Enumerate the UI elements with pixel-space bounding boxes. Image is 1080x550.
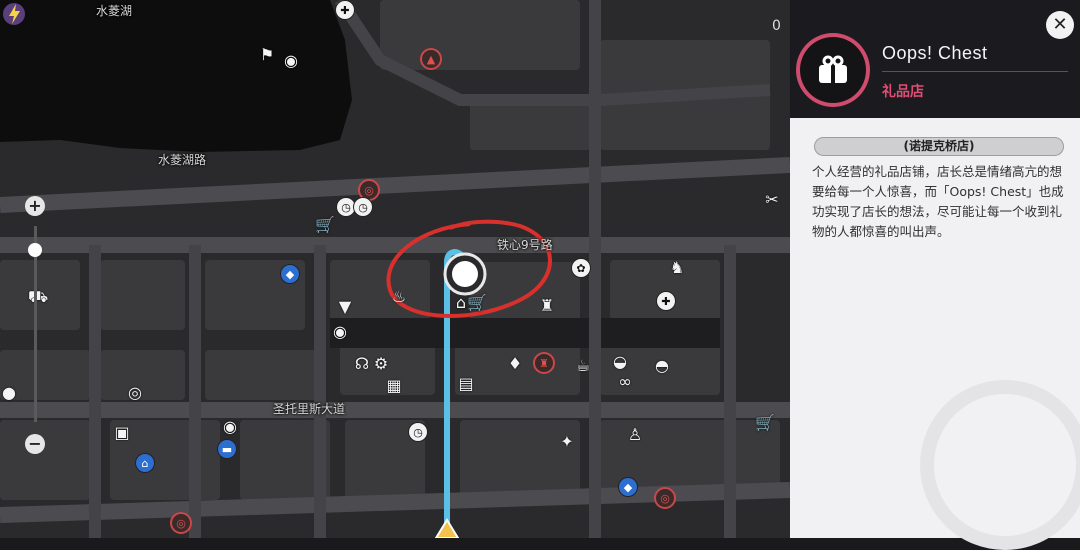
tools-icon[interactable]: ✂ (763, 190, 781, 209)
landmark-icon[interactable]: ▲ (422, 50, 440, 68)
book-icon[interactable]: ▤ (457, 374, 475, 393)
divider (882, 71, 1068, 72)
noodles-icon[interactable]: ◓ (653, 356, 671, 375)
candy-icon[interactable]: ✦ (558, 432, 576, 451)
gift-icon (819, 55, 847, 83)
panel-header: Oops! Chest 礼品店 (790, 0, 1080, 118)
zoom-in-button[interactable]: + (25, 196, 45, 216)
close-button[interactable]: ✕ (1046, 11, 1074, 39)
street-label-lake-road: 水菱湖路 (158, 153, 207, 167)
area-badge: (诺提克桥店) (814, 137, 1064, 156)
shield-icon[interactable]: ◆ (619, 478, 637, 496)
shield-icon[interactable]: ⌂ (136, 454, 154, 472)
lightning-icon[interactable] (0, 0, 28, 28)
first-aid-icon[interactable]: ✚ (657, 292, 675, 310)
lake-water (0, 0, 352, 152)
flower-icon[interactable]: ✿ (572, 259, 590, 277)
clock-icon[interactable]: ◷ (337, 198, 355, 216)
bank-icon[interactable]: ▣ (113, 423, 131, 442)
fork-icon[interactable]: ♨ (390, 287, 408, 306)
street-label-st-tori: 圣托里斯大道 (273, 402, 346, 416)
landmark-icon[interactable]: ◎ (656, 489, 674, 507)
donut-icon[interactable]: ◎ (126, 383, 144, 402)
cart-icon[interactable]: 🛒 (467, 293, 487, 312)
street-label-lake: 水菱湖 (96, 4, 133, 18)
flag-icon[interactable]: ⚑ (258, 45, 276, 64)
cake-icon[interactable]: ♦ (506, 354, 524, 373)
street-label-iron-heart: 铁心9号路 (497, 238, 553, 252)
landmark-icon[interactable]: ◎ (360, 181, 378, 199)
car-icon[interactable]: ⛟ (28, 287, 48, 306)
zoom-slider-knob[interactable] (28, 242, 42, 257)
shield-icon[interactable]: ◆ (281, 265, 299, 283)
building-icon[interactable]: ▦ (385, 376, 403, 395)
cart-icon[interactable]: 🛒 (755, 413, 775, 432)
car-icon[interactable]: ▬ (218, 440, 236, 458)
landmark-icon[interactable]: ♜ (535, 354, 553, 372)
first-aid-icon[interactable]: ✚ (336, 1, 354, 19)
bowl-icon[interactable]: ◒ (611, 352, 629, 371)
dog-icon[interactable]: ♞ (668, 258, 686, 277)
camera-icon[interactable]: ◉ (282, 51, 300, 70)
shirt-icon[interactable]: ♙ (626, 425, 644, 444)
cup-icon[interactable]: ☕ (574, 356, 592, 375)
clock-icon[interactable]: ◷ (409, 423, 427, 441)
pin-icon[interactable]: ● (0, 383, 18, 402)
shop-category: 礼品店 (882, 84, 924, 100)
camera-icon[interactable]: ◉ (331, 322, 349, 341)
cart-icon[interactable]: 🛒 (315, 215, 335, 234)
hair-icon[interactable]: ☊ (353, 354, 371, 373)
shop-info-panel: Oops! Chest 礼品店 ✕ (诺提克桥店) 个人经营的礼品店铺，店长总是… (790, 0, 1080, 550)
city-map[interactable]: 水菱湖 水菱湖路 铁心9号路 圣托里斯大道 ✚ ⚑ ◉ ▲ ◎ ◷ ◷ 🛒 ◆ … (0, 0, 790, 538)
tools-icon[interactable]: ⚙ (372, 354, 390, 373)
ice-cream-icon[interactable]: ▼ (336, 297, 354, 316)
camera-icon[interactable]: ◉ (221, 417, 239, 436)
landmark-icon[interactable]: ◎ (172, 514, 190, 532)
zoom-out-button[interactable]: − (25, 434, 45, 454)
shop-icon-badge (800, 37, 866, 103)
shop-description: 个人经营的礼品店铺，店长总是情绪高亢的想要给每一个人惊喜，而「Oops! Che… (812, 164, 1064, 239)
hud-counter: 0 (772, 18, 781, 34)
watermark-logo (920, 380, 1080, 550)
clock-icon[interactable]: ◷ (354, 198, 372, 216)
beer-icon[interactable]: ♜ (538, 296, 556, 315)
link-icon[interactable]: ∞ (616, 372, 634, 391)
player-arrow-icon (434, 518, 460, 538)
shop-name: Oops! Chest (882, 43, 988, 63)
